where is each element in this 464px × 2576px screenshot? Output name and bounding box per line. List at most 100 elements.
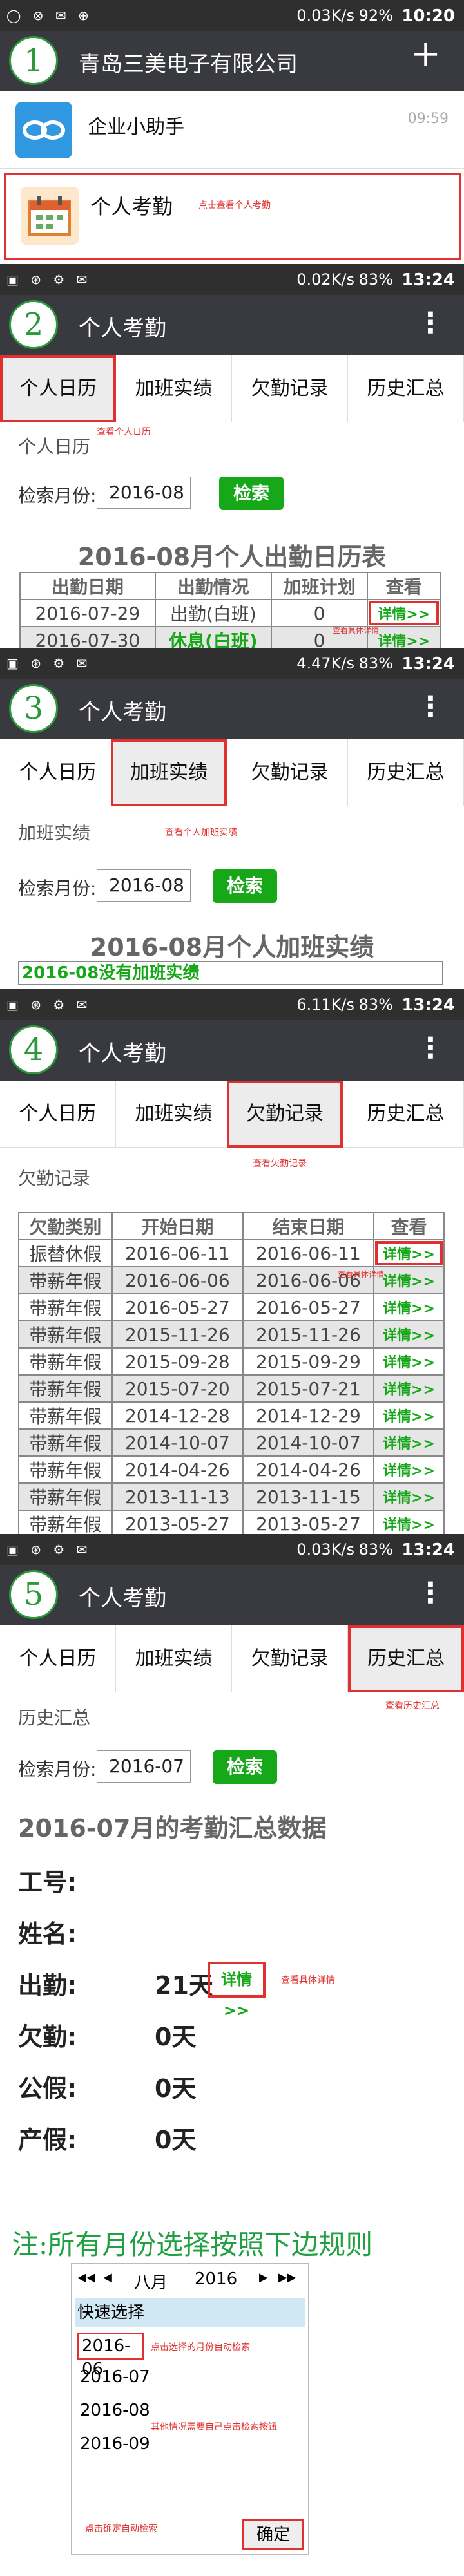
chat-item-attendance[interactable]: 个人考勤 点击查看个人考勤	[4, 173, 461, 260]
cell-start: 2014-12-28	[111, 1401, 244, 1430]
page-title: 个人考勤	[79, 1586, 166, 1611]
month-option[interactable]: 2016-09	[80, 2434, 150, 2454]
tab-absence[interactable]: 欠勤记录	[232, 355, 348, 422]
tab-absence[interactable]: 欠勤记录	[232, 739, 348, 806]
confirm-button[interactable]: 确定	[242, 2519, 304, 2550]
tab-calendar[interactable]: 个人日历	[0, 1625, 116, 1692]
quick-select-label: 快速选择	[75, 2298, 305, 2327]
note-text: 注:所有月份选择按照下边规则	[12, 2229, 373, 2260]
emp-id-label: 工号:	[18, 1868, 77, 1897]
detail-link[interactable]: 详情>>	[372, 1401, 445, 1430]
select-hint: 点击选择的月份自动检索	[151, 2342, 250, 2353]
next-year-button[interactable]: ▶▶	[278, 2271, 296, 2284]
tab-history[interactable]: 历史汇总	[348, 1081, 464, 1148]
more-menu-icon[interactable]: ⋮	[416, 1578, 445, 1609]
month-input[interactable]: 2016-08	[97, 869, 191, 902]
detail-link[interactable]: 详情>>	[372, 1239, 445, 1267]
cell-end: 2014-04-26	[242, 1455, 374, 1484]
month-input[interactable]: 2016-07	[97, 1750, 191, 1783]
month-input[interactable]: 2016-08	[97, 477, 191, 509]
tab-calendar[interactable]: 个人日历	[0, 739, 116, 806]
month-option[interactable]: 2016-08	[80, 2401, 150, 2420]
plus-button[interactable]: +	[411, 36, 441, 72]
status-bar: ▣ ⊛ ⚙ ✉ 4.47K/s 83% 13:24	[0, 648, 464, 679]
table-row: 带薪年假 2014-12-28 2014-12-29 详情>>	[18, 1401, 445, 1430]
tab-absence[interactable]: 欠勤记录	[227, 1081, 343, 1148]
absence-table: 欠勤类别 开始日期 结束日期 查看 振替休假 2016-06-11 2016-06-…	[18, 1212, 445, 1534]
month-option[interactable]: 2016-06	[77, 2333, 144, 2379]
search-button[interactable]: 检索	[213, 869, 277, 903]
more-menu-icon[interactable]: ⋮	[416, 1033, 445, 1064]
page-title: 个人考勤	[79, 699, 166, 725]
table-row: 2016-07-29 出勤(白班) 0 详情>>	[19, 599, 441, 627]
detail-link[interactable]: 详情>>	[372, 1347, 445, 1376]
page-title: 青岛三美电子有限公司	[79, 52, 298, 77]
detail-link[interactable]: 详情>>	[372, 1266, 445, 1294]
screen-3: ▣ ⊛ ⚙ ✉ 4.47K/s 83% 13:24 3 个人考勤 ⋮ 个人日历 …	[0, 648, 464, 989]
cell-end: 2015-11-26	[242, 1320, 374, 1349]
section-title: 欠勤记录	[18, 1168, 91, 1189]
detail-link[interactable]: 详情>>	[372, 1510, 445, 1534]
cell-type: 带薪年假	[18, 1482, 113, 1511]
col-header: 加班计划	[270, 572, 369, 600]
search-label: 检索月份:	[18, 1759, 97, 1780]
section-title: 个人日历	[18, 436, 91, 457]
cell-start: 2013-05-27	[111, 1510, 244, 1534]
next-month-button[interactable]: ▶	[259, 2271, 268, 2284]
more-menu-icon[interactable]: ⋮	[416, 308, 445, 339]
cell-end: 2014-12-29	[242, 1401, 374, 1430]
chat-item-assistant[interactable]: 企业小助手 09:59	[0, 91, 464, 169]
detail-link[interactable]: 详情>>	[372, 1428, 445, 1457]
cell-date: 2016-07-30	[19, 626, 156, 648]
col-header: 查看	[367, 572, 441, 600]
cell-start: 2015-07-20	[111, 1374, 244, 1403]
table-row: 带薪年假 2013-11-13 2013-11-15 详情>>	[18, 1482, 445, 1511]
detail-link[interactable]: 详情>>	[372, 1455, 445, 1484]
cell-start: 2013-11-13	[111, 1482, 244, 1511]
detail-link[interactable]: 详情>>	[372, 1482, 445, 1511]
tab-history[interactable]: 历史汇总	[348, 355, 464, 422]
picker-year[interactable]: 2016	[195, 2269, 237, 2289]
tab-history[interactable]: 历史汇总	[348, 739, 464, 806]
picker-month[interactable]: 八月	[134, 2269, 168, 2293]
detail-link[interactable]: 详情>>	[372, 1374, 445, 1403]
detail-link[interactable]: 详情>>	[372, 1293, 445, 1321]
cell-type: 带薪年假	[18, 1401, 113, 1430]
table-heading: 2016-08月个人出勤日历表	[77, 543, 387, 571]
tab-calendar[interactable]: 个人日历	[0, 1081, 116, 1148]
month-option[interactable]: 2016-07	[80, 2367, 150, 2387]
more-menu-icon[interactable]: ⋮	[416, 692, 445, 723]
tab-overtime[interactable]: 加班实绩	[111, 739, 227, 806]
status-icons: ▣ ⊛ ⚙ ✉	[6, 1542, 92, 1557]
cell-type: 带薪年假	[18, 1293, 113, 1321]
search-button[interactable]: 检索	[219, 477, 284, 510]
table-row: 带薪年假 2014-04-26 2014-04-26 详情>>	[18, 1455, 445, 1484]
status-bar: ▣ ⊛ ⚙ ✉ 6.11K/s 83% 13:24	[0, 989, 464, 1020]
cell-start: 2015-09-28	[111, 1347, 244, 1376]
detail-link[interactable]: 详情>>	[367, 599, 441, 627]
tab-overtime[interactable]: 加班实绩	[116, 355, 232, 422]
tab-calendar[interactable]: 个人日历	[0, 355, 116, 422]
tab-overtime[interactable]: 加班实绩	[116, 1625, 232, 1692]
detail-button[interactable]: 详情 >>	[208, 1962, 266, 2020]
search-button[interactable]: 检索	[213, 1750, 277, 1784]
prev-month-button[interactable]: ◀	[103, 2271, 112, 2284]
table-header-row: 欠勤类别 开始日期 结束日期 查看	[18, 1212, 445, 1240]
detail-link[interactable]: 详情>>	[372, 1320, 445, 1349]
attendance-value: 21天	[155, 1971, 213, 2000]
tab-absence[interactable]: 欠勤记录	[232, 1625, 348, 1692]
page-title: 个人考勤	[79, 316, 166, 341]
screen-5: ▣ ⊛ ⚙ ✉ 0.03K/s 83% 13:24 5 个人考勤 ⋮ 个人日历 …	[0, 1534, 464, 2196]
tab-history[interactable]: 历史汇总	[348, 1625, 464, 1692]
cell-end: 2013-05-27	[242, 1510, 374, 1534]
status-time: 13:24	[401, 1540, 455, 1560]
chat-name: 企业小助手	[88, 116, 184, 138]
table-row: 带薪年假 2014-10-07 2014-10-07 详情>>	[18, 1428, 445, 1457]
cell-type: 振替休假	[18, 1239, 113, 1267]
cell-type: 带薪年假	[18, 1428, 113, 1457]
chat-name: 个人考勤	[90, 194, 173, 219]
prev-year-button[interactable]: ◀◀	[77, 2271, 95, 2284]
battery-level: 83%	[358, 996, 393, 1014]
tab-overtime[interactable]: 加班实绩	[116, 1081, 232, 1148]
page-title: 个人考勤	[79, 1041, 166, 1066]
